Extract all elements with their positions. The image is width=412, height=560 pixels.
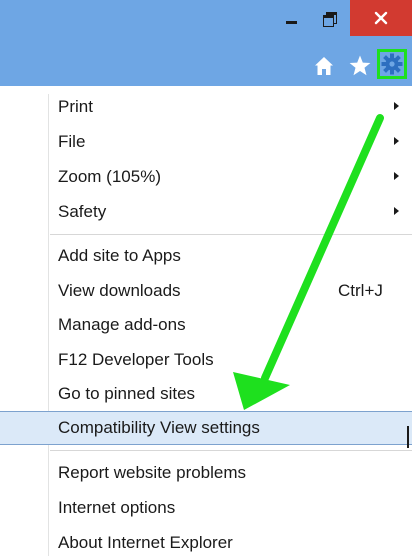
menu-item-label: Report website problems <box>58 463 247 482</box>
submenu-arrow-icon <box>394 102 399 110</box>
submenu-arrow-icon <box>394 137 399 145</box>
menu-item-zoom[interactable]: Zoom (105%) <box>0 160 412 194</box>
menu-item-label: About Internet Explorer <box>58 533 233 552</box>
menu-item-label: View downloads <box>58 281 181 300</box>
close-button[interactable] <box>350 0 412 36</box>
home-icon[interactable] <box>310 52 338 80</box>
close-icon <box>374 11 388 25</box>
menu-item-about-internet-explorer[interactable]: About Internet Explorer <box>0 526 412 560</box>
menu-item-label: Zoom (105%) <box>58 167 161 186</box>
tools-menu: Print File Zoom (105%) Safety Add site t… <box>0 86 412 556</box>
menu-item-label: Print <box>58 97 93 116</box>
menu-item-manage-add-ons[interactable]: Manage add-ons <box>0 308 412 342</box>
menu-item-go-to-pinned-sites[interactable]: Go to pinned sites <box>0 377 412 411</box>
menu-item-label: Compatibility View settings <box>58 418 260 437</box>
menu-item-add-site-to-apps[interactable]: Add site to Apps <box>0 239 412 273</box>
menu-item-f12-developer-tools[interactable]: F12 Developer Tools <box>0 343 412 377</box>
star-icon[interactable] <box>346 52 374 80</box>
menu-item-label: Internet options <box>58 498 176 517</box>
menu-item-label: File <box>58 132 86 151</box>
menu-separator <box>50 450 412 451</box>
menu-item-print[interactable]: Print <box>0 90 412 124</box>
menu-item-internet-options[interactable]: Internet options <box>0 491 412 525</box>
menu-separator <box>50 234 412 235</box>
menu-item-shortcut: Ctrl+J <box>338 281 383 300</box>
menu-item-compatibility-view-settings[interactable]: Compatibility View settings <box>0 411 412 445</box>
menu-item-label: Go to pinned sites <box>58 384 196 403</box>
menu-item-safety[interactable]: Safety <box>0 195 412 229</box>
minimize-icon <box>285 20 297 24</box>
restore-icon-back <box>323 15 334 27</box>
title-bar <box>0 0 412 86</box>
menu-item-label: Safety <box>58 202 107 221</box>
submenu-arrow-icon <box>394 207 399 215</box>
menu-item-label: F12 Developer Tools <box>58 350 214 369</box>
menu-item-report-website-problems[interactable]: Report website problems <box>0 456 412 490</box>
minimize-button[interactable] <box>274 3 308 33</box>
text-cursor-icon <box>407 426 409 448</box>
restore-button[interactable] <box>312 3 346 33</box>
menu-item-file[interactable]: File <box>0 125 412 159</box>
menu-item-label: Manage add-ons <box>58 315 186 334</box>
menu-item-label: Add site to Apps <box>58 246 181 265</box>
submenu-arrow-icon <box>394 172 399 180</box>
gear-icon[interactable] <box>377 49 407 79</box>
menu-item-view-downloads[interactable]: View downloads Ctrl+J <box>0 274 412 308</box>
